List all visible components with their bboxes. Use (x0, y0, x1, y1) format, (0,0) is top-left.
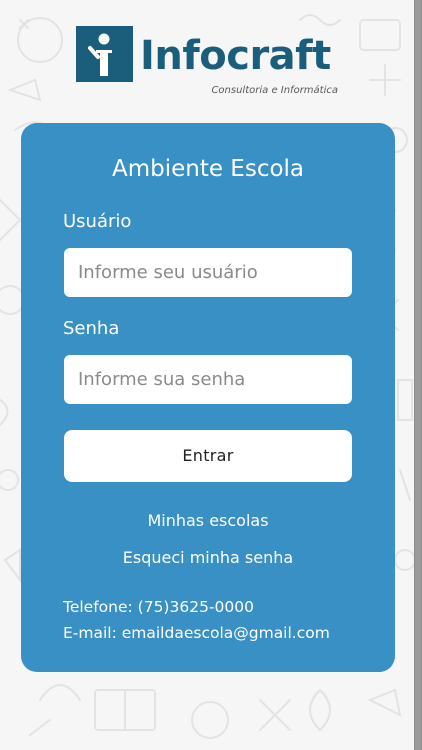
contact-email: E-mail: emaildaescola@gmail.com (63, 624, 330, 642)
enter-button[interactable]: Entrar (64, 430, 352, 482)
user-label: Usuário (63, 211, 132, 232)
password-label: Senha (63, 318, 120, 339)
forgot-password-link[interactable]: Esqueci minha senha (21, 547, 395, 569)
brand-logo: Infocraft Consultoria e Informática (76, 24, 344, 104)
scrollbar-thumb[interactable] (415, 0, 421, 750)
my-schools-link[interactable]: Minhas escolas (21, 510, 395, 532)
card-title: Ambiente Escola (111, 156, 305, 182)
brand-tagline: Consultoria e Informática (211, 85, 338, 96)
password-input[interactable] (64, 355, 352, 404)
login-card: Ambiente Escola Usuário Senha Entrar Min… (21, 123, 395, 672)
person-in-square-icon (76, 26, 133, 82)
contact-phone: Telefone: (75)3625-0000 (63, 598, 254, 616)
brand-name: Infocraft (140, 33, 331, 79)
user-input[interactable] (64, 248, 352, 297)
logo-mark-graphic (88, 33, 112, 76)
scrollbar[interactable] (414, 0, 422, 750)
